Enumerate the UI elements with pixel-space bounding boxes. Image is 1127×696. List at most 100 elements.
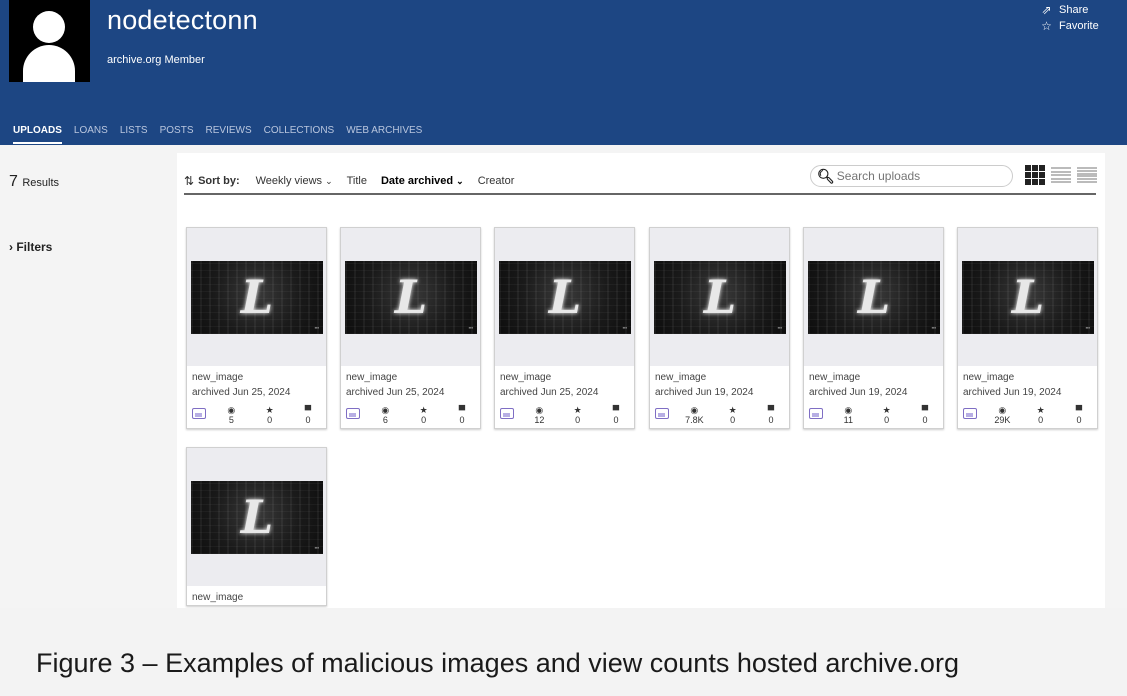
eye-icon: ◉ <box>844 405 853 415</box>
item-title[interactable]: new_image <box>346 370 475 385</box>
tab-lists[interactable]: LISTS <box>120 125 148 144</box>
item-thumbnail[interactable]: L ▪▪▪ <box>804 228 943 366</box>
view-count: 6 <box>382 415 388 425</box>
item-title[interactable]: new_image <box>192 590 321 605</box>
image-icon <box>192 408 206 419</box>
item-image: L ▪▪▪ <box>345 261 477 334</box>
item-thumbnail[interactable]: L ▪▪▪ <box>341 228 480 366</box>
share-button[interactable]: ⇗ Share <box>1040 2 1099 18</box>
view-count: 5 <box>228 415 234 425</box>
favorite-count: 0 <box>267 415 273 425</box>
profile-header: nodetectonn archive.org Member ⇗ Share ☆… <box>0 0 1127 145</box>
sort-date-archived-label: Date archived <box>380 175 454 187</box>
results-count: 7 Results <box>9 173 59 191</box>
profile-tabs: UPLOADS LOANS LISTS POSTS REVIEWS COLLEC… <box>13 125 422 144</box>
item-stats: ◉ 12 ★ 0 ▀ 0 <box>495 400 634 428</box>
sort-weekly-views[interactable]: Weekly views ⌄ <box>256 175 333 187</box>
comment-count: 0 <box>1076 415 1082 425</box>
tab-posts[interactable]: POSTS <box>160 125 194 144</box>
item-thumbnail[interactable]: L ▪▪▪ <box>495 228 634 366</box>
tab-web-archives[interactable]: WEB ARCHIVES <box>346 125 422 144</box>
username: nodetectonn <box>107 5 258 35</box>
comment-icon: ▀ <box>612 405 620 415</box>
item-title[interactable]: new_image <box>655 370 784 385</box>
sort-date-archived[interactable]: Date archived ⌄ <box>381 175 464 187</box>
comment-icon: ▀ <box>458 405 466 415</box>
item-card[interactable]: L ▪▪▪ new_image archived Jun 19, 2024 ◉ 7.8K ★… <box>649 227 790 429</box>
search-box: 🔍︎ <box>810 165 1013 187</box>
item-date: archived Jun 25, 2024 <box>192 387 291 398</box>
item-stats: ◉ 5 ★ 0 ▀ 0 <box>187 400 326 428</box>
tab-uploads[interactable]: UPLOADS <box>13 125 62 144</box>
chevron-down-icon: ⌄ <box>325 176 333 186</box>
item-card[interactable]: L ▪▪▪ new_image archived Jun 19, 2024 ◉ 11 ★ 0 ▀… <box>803 227 944 429</box>
image-icon <box>500 408 514 419</box>
sort-weekly-views-label: Weekly views <box>255 175 323 187</box>
share-icon: ⇗ <box>1041 3 1052 17</box>
sort-creator[interactable]: Creator <box>478 175 515 187</box>
item-card[interactable]: L ▪▪▪ new_image archived Jun 25, 2024 ◉ 5 ★ 0 ▀ 0 <box>186 227 327 429</box>
view-count: 29K <box>994 415 1011 425</box>
comment-icon: ▀ <box>304 405 312 415</box>
item-stats: ◉ 11 ★ 0 ▀ 0 <box>804 400 943 428</box>
favorite-count: 0 <box>1038 415 1044 425</box>
favorite-count: 0 <box>730 415 736 425</box>
tab-loans[interactable]: LOANS <box>74 125 108 144</box>
eye-icon: ◉ <box>227 405 236 415</box>
item-thumbnail[interactable]: L ▪▪▪ <box>650 228 789 366</box>
item-image: L ▪▪▪ <box>654 261 786 334</box>
item-thumbnail[interactable]: L ▪▪▪ <box>187 448 326 586</box>
item-title[interactable]: new_image <box>963 370 1092 385</box>
image-icon <box>655 408 669 419</box>
view-count: 12 <box>534 415 545 425</box>
favorite-label: Favorite <box>1059 20 1099 32</box>
compact-list-view-icon[interactable] <box>1077 165 1097 185</box>
comment-count: 0 <box>459 415 465 425</box>
item-stats: ◉ 29K ★ 0 ▀ 0 <box>958 400 1097 428</box>
item-image: L ▪▪▪ <box>191 261 323 334</box>
tab-reviews[interactable]: REVIEWS <box>206 125 252 144</box>
item-date: archived Jun 25, 2024 <box>346 387 445 398</box>
favorite-count: 0 <box>884 415 890 425</box>
item-date: archived Jun 19, 2024 <box>655 387 754 398</box>
screenshot: nodetectonn archive.org Member ⇗ Share ☆… <box>0 0 1127 608</box>
comment-icon: ▀ <box>767 405 775 415</box>
item-title[interactable]: new_image <box>809 370 938 385</box>
results-panel: ⇅ Sort by: Weekly views ⌄ Title Date arch… <box>177 153 1105 608</box>
favorite-count: 0 <box>421 415 427 425</box>
star-icon: ★ <box>419 405 428 415</box>
image-icon <box>809 408 823 419</box>
item-thumbnail[interactable]: L ▪▪▪ <box>958 228 1097 366</box>
item-image: L ▪▪▪ <box>191 481 323 554</box>
eye-icon: ◉ <box>535 405 544 415</box>
item-thumbnail[interactable]: L ▪▪▪ <box>187 228 326 366</box>
view-toggles <box>1025 165 1097 185</box>
grid-view-icon[interactable] <box>1025 165 1045 185</box>
item-card[interactable]: L ▪▪▪ new_image archived Jun 19, 2024 ◉ 29K ★ 0… <box>957 227 1098 429</box>
item-title[interactable]: new_image <box>192 370 321 385</box>
sort-by-label: Sort by: <box>198 175 240 187</box>
comment-count: 0 <box>768 415 774 425</box>
results-number: 7 <box>9 173 18 190</box>
filters-toggle[interactable]: › Filters <box>9 240 52 254</box>
item-card[interactable]: L ▪▪▪ new_image archived Jun 25, 2024 ◉ 12 ★ 0 ▀… <box>494 227 635 429</box>
item-title[interactable]: new_image <box>500 370 629 385</box>
search-input[interactable] <box>836 169 1007 183</box>
sort-title[interactable]: Title <box>347 175 367 187</box>
item-image: L ▪▪▪ <box>962 261 1094 334</box>
eye-icon: ◉ <box>381 405 390 415</box>
item-card[interactable]: L ▪▪▪ new_image <box>186 447 327 606</box>
item-date: archived Jun 25, 2024 <box>500 387 599 398</box>
list-view-icon[interactable] <box>1051 165 1071 185</box>
star-icon: ★ <box>1036 405 1045 415</box>
view-count: 7.8K <box>685 415 704 425</box>
tab-collections[interactable]: COLLECTIONS <box>264 125 335 144</box>
item-card[interactable]: L ▪▪▪ new_image archived Jun 25, 2024 ◉ 6 ★ 0 ▀ 0 <box>340 227 481 429</box>
star-icon: ★ <box>728 405 737 415</box>
item-stats: ◉ 6 ★ 0 ▀ 0 <box>341 400 480 428</box>
eye-icon: ◉ <box>998 405 1007 415</box>
comment-icon: ▀ <box>921 405 929 415</box>
favorite-button[interactable]: ☆ Favorite <box>1040 18 1099 34</box>
item-date: archived Jun 19, 2024 <box>809 387 908 398</box>
favorite-count: 0 <box>575 415 581 425</box>
